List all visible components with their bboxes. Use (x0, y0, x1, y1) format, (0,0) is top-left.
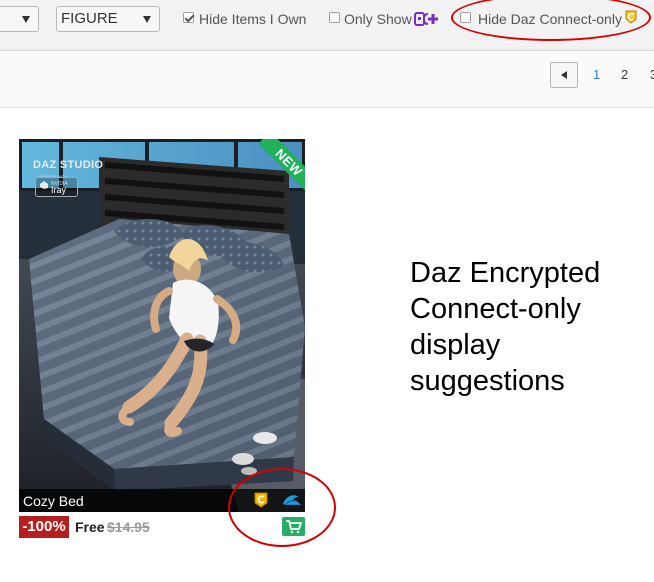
connect-icon (254, 492, 268, 508)
filter-bar: FIGURE Hide Items I Own Only Show Hide D… (0, 0, 654, 51)
previous-page-button[interactable] (550, 62, 578, 88)
annotation-text: Daz Encrypted Connect-only display sugge… (410, 257, 601, 397)
only-show-checkbox[interactable] (329, 12, 340, 23)
chevron-down-icon (143, 16, 151, 23)
sale-price: Free (75, 519, 105, 535)
cart-icon (286, 520, 302, 534)
only-show-label: Only Show (344, 11, 412, 27)
original-price: $14.95 (107, 519, 150, 535)
hide-connect-only-checkbox[interactable] (460, 12, 471, 23)
chevron-down-icon (22, 16, 30, 23)
connect-badge-icon (625, 10, 637, 24)
cozy-bed-render (19, 139, 305, 512)
store-page: FIGURE Hide Items I Own Only Show Hide D… (0, 0, 654, 582)
page-number[interactable]: 3 (650, 67, 654, 82)
page-number[interactable]: 2 (621, 67, 628, 82)
filter-select[interactable] (0, 6, 39, 32)
figure-select[interactable]: FIGURE (56, 6, 160, 32)
figure-select-value: FIGURE (61, 10, 118, 27)
add-to-cart-button[interactable] (282, 517, 305, 536)
daz-bird-icon (283, 495, 301, 505)
page-number-current[interactable]: 1 (593, 67, 600, 82)
discount-badge: -100% (19, 516, 69, 538)
hide-items-owned-label: Hide Items I Own (199, 11, 307, 27)
product-image[interactable] (19, 139, 305, 512)
product-name-link[interactable]: Cozy Bed (23, 493, 84, 509)
hide-items-owned-checkbox[interactable] (183, 12, 194, 23)
pc-plus-icon (414, 12, 438, 26)
hide-connect-only-label: Hide Daz Connect-only (478, 11, 622, 27)
